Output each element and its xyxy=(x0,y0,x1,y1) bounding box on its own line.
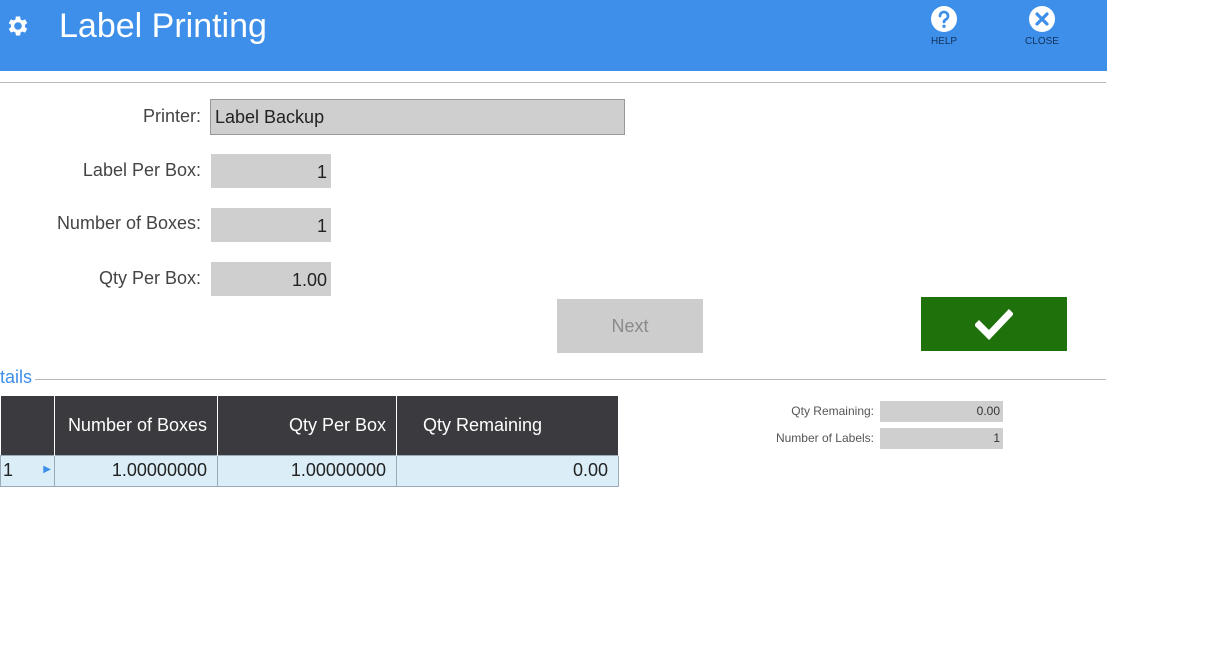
label-per-box-input[interactable]: 1 xyxy=(211,154,331,188)
cell-qty-per-box[interactable]: 1.00000000 xyxy=(217,454,397,487)
divider xyxy=(0,82,1106,83)
help-button[interactable]: HELP xyxy=(914,5,974,55)
close-button[interactable]: CLOSE xyxy=(1012,5,1072,55)
qty-per-box-label: Qty Per Box: xyxy=(98,268,201,288)
number-of-boxes-input[interactable]: 1 xyxy=(211,208,331,242)
number-of-boxes-label: Number of Boxes: xyxy=(56,213,201,233)
summary-number-of-labels-label: Number of Labels: xyxy=(775,431,874,445)
help-label: HELP xyxy=(930,36,958,47)
row-indicator-icon: ▶ xyxy=(43,463,51,475)
column-header-qty-per-box[interactable]: Qty Per Box xyxy=(217,396,397,455)
summary-qty-remaining-label: Qty Remaining: xyxy=(791,404,874,418)
cell-qty-remaining[interactable]: 0.00 xyxy=(396,454,619,487)
title-bar: Label Printing HELP CLOSE xyxy=(0,0,1107,71)
close-icon xyxy=(1029,6,1055,32)
column-header-qty-remaining[interactable]: Qty Remaining xyxy=(396,396,619,455)
table-header-row: Number of Boxes Qty Per Box Qty Remainin… xyxy=(0,396,619,455)
printer-field[interactable]: Label Backup xyxy=(210,99,625,135)
row-id: 1 xyxy=(3,460,14,480)
qty-per-box-input[interactable]: 1.00 xyxy=(211,262,331,296)
help-icon xyxy=(931,6,957,32)
close-label: CLOSE xyxy=(1025,36,1059,47)
checkmark-icon xyxy=(975,309,1013,340)
row-id-cell[interactable]: 1 ▶ xyxy=(0,454,55,487)
gear-icon[interactable] xyxy=(5,13,31,39)
column-header-id[interactable] xyxy=(0,396,55,455)
cell-number-of-boxes[interactable]: 1.00000000 xyxy=(54,454,218,487)
label-per-box-label: Label Per Box: xyxy=(82,160,201,180)
next-button[interactable]: Next xyxy=(557,299,703,353)
details-section-title: tails xyxy=(0,367,36,388)
confirm-button[interactable] xyxy=(921,297,1067,351)
summary-qty-remaining-value: 0.00 xyxy=(880,401,1003,422)
details-divider xyxy=(0,379,1106,380)
page-title: Label Printing xyxy=(59,7,267,45)
table-row[interactable]: 1 ▶ 1.00000000 1.00000000 0.00 xyxy=(0,454,619,487)
printer-label: Printer: xyxy=(142,106,201,126)
summary-number-of-labels-value: 1 xyxy=(880,428,1003,449)
column-header-number-of-boxes[interactable]: Number of Boxes xyxy=(54,396,218,455)
details-table: Number of Boxes Qty Per Box Qty Remainin… xyxy=(0,396,619,487)
